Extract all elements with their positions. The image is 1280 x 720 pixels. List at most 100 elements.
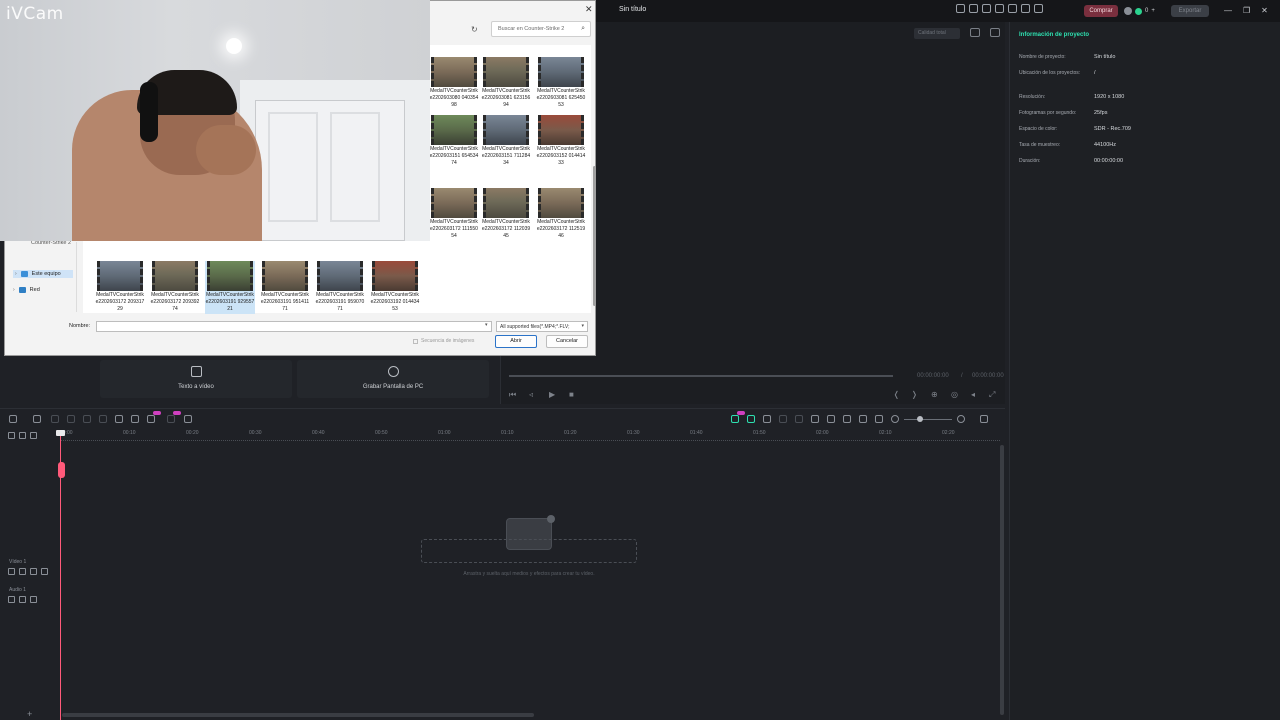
zoom-out-icon[interactable] — [891, 415, 899, 423]
preview-scrubber[interactable] — [509, 375, 893, 377]
play-icon[interactable]: ▶ — [549, 390, 555, 399]
caption-icon[interactable] — [30, 432, 37, 439]
nav-item-this-pc[interactable]: › Este equipo — [13, 270, 73, 278]
refresh-icon[interactable]: ↻ — [471, 25, 478, 34]
nav-item-network[interactable]: › Red — [13, 287, 40, 293]
mic-icon[interactable] — [827, 415, 835, 423]
maximize-button[interactable]: ❐ — [1243, 6, 1250, 15]
crop-icon[interactable] — [131, 415, 139, 423]
minimize-button[interactable]: — — [1224, 6, 1232, 15]
headset-icon[interactable] — [1021, 4, 1030, 13]
dialog-close-button[interactable]: ✕ — [585, 4, 593, 15]
redo-icon[interactable] — [67, 415, 75, 423]
playhead-marker[interactable] — [58, 462, 65, 478]
split-icon[interactable] — [167, 415, 175, 423]
grid-icon[interactable] — [1034, 4, 1043, 13]
add-track-button[interactable]: + — [27, 709, 32, 719]
link-icon[interactable] — [19, 432, 26, 439]
file-item[interactable]: MedalTVCounterStrike2202603081 62315694 — [481, 57, 531, 110]
speaker-icon[interactable] — [19, 568, 26, 575]
mark-in-icon[interactable]: ❬ — [893, 390, 900, 399]
magnet-icon[interactable] — [747, 415, 755, 423]
camera-icon[interactable]: ◎ — [951, 390, 958, 399]
stretch-icon[interactable] — [779, 415, 787, 423]
send-icon[interactable] — [969, 4, 978, 13]
image-sequence-option[interactable]: Secuencia de imágenes — [413, 338, 474, 344]
snapshot-icon[interactable] — [990, 28, 1000, 37]
media-drop-zone[interactable] — [421, 539, 637, 563]
cancel-button[interactable]: Cancelar — [546, 335, 588, 348]
timeline-vertical-scrollbar[interactable] — [1000, 445, 1004, 715]
file-item[interactable]: MedalTVCounterStrike2202603172 11251946 — [536, 188, 586, 241]
file-item[interactable]: MedalTVCounterStrike2202603152 01441433 — [536, 115, 586, 168]
fullscreen-icon[interactable]: ⤢ — [989, 390, 995, 400]
pip-icon[interactable] — [859, 415, 867, 423]
step-back-icon[interactable]: ◃ — [529, 390, 533, 399]
layout-grid-icon[interactable] — [9, 415, 17, 423]
magic-icon[interactable] — [995, 4, 1004, 13]
file-name-input[interactable] — [96, 321, 492, 332]
add-track-icon[interactable] — [8, 432, 15, 439]
store-icon[interactable] — [956, 4, 965, 13]
file-list-scrollbar[interactable] — [593, 166, 596, 306]
file-type-select[interactable]: All supported files(*.MP4;*.FLV; ▾ — [496, 321, 588, 332]
text-to-video-button[interactable]: Texto a vídeo — [100, 360, 292, 398]
dialog-search-input[interactable]: Buscar en Counter-Strike 2 ⌕ — [491, 21, 591, 37]
zoom-in-icon[interactable] — [957, 415, 965, 423]
file-item[interactable]: MedalTVCounterStrike2202603151 65453474 — [429, 115, 479, 168]
undo-icon[interactable] — [51, 415, 59, 423]
lock-icon[interactable] — [30, 596, 37, 603]
file-item[interactable]: MedalTVCounterStrike2202603172 20931729 — [95, 261, 145, 314]
ai-tool-icon[interactable] — [184, 415, 192, 423]
file-item[interactable]: MedalTVCounterStrike2202603192 01443453 — [370, 261, 420, 314]
eye-icon[interactable] — [41, 568, 48, 575]
more-options-icon[interactable] — [980, 415, 988, 423]
account-pill[interactable]: 0 + — [1124, 5, 1160, 17]
close-button[interactable]: ✕ — [1261, 6, 1268, 15]
playhead-handle[interactable] — [56, 430, 65, 436]
buy-button[interactable]: Comprar — [1084, 5, 1118, 17]
cut-icon[interactable] — [99, 415, 107, 423]
marker-icon[interactable] — [763, 415, 771, 423]
prev-frame-icon[interactable]: ⏮ — [509, 390, 516, 400]
keyframe-icon[interactable] — [795, 415, 803, 423]
subtitle-icon[interactable] — [875, 415, 883, 423]
chevron-down-icon[interactable]: ▾ — [485, 322, 488, 328]
zoom-icon[interactable]: ⊕ — [931, 390, 938, 399]
select-tool-icon[interactable] — [33, 415, 41, 423]
file-item[interactable]: MedalTVCounterStrike2202603191 95141171 — [260, 261, 310, 314]
quality-select[interactable]: Calidad total — [914, 28, 960, 39]
file-item[interactable]: MedalTVCounterStrike2202603172 11203945 — [481, 188, 531, 241]
image-sequence-checkbox[interactable] — [413, 338, 418, 344]
gift-icon[interactable] — [982, 4, 991, 13]
file-item[interactable]: MedalTVCounterStrike2202603151 71128434 — [481, 115, 531, 168]
text-icon[interactable] — [115, 415, 123, 423]
file-item[interactable]: MedalTVCounterStrike2202603172 20939274 — [150, 261, 200, 314]
file-item-selected[interactable]: MedalTVCounterStrike2202603191 92955721 — [205, 261, 255, 314]
file-item[interactable]: MedalTVCounterStrike2202603172 11155054 — [429, 188, 479, 241]
timeline-ruler[interactable]: 00:00 00:10 00:20 00:30 00:40 00:50 01:0… — [60, 428, 1005, 442]
layout-icon[interactable] — [970, 28, 980, 37]
timeline-horizontal-scrollbar[interactable] — [62, 713, 534, 717]
file-item[interactable]: MedalTVCounterStrike2202603191 95907071 — [315, 261, 365, 314]
render-icon[interactable] — [731, 415, 739, 423]
zoom-slider[interactable] — [904, 419, 952, 420]
delete-icon[interactable] — [83, 415, 91, 423]
export-button[interactable]: Exportar — [1171, 5, 1209, 17]
zoom-slider-knob[interactable] — [917, 416, 923, 422]
lock-icon[interactable] — [30, 568, 37, 575]
cloud-icon[interactable] — [1008, 4, 1017, 13]
mark-out-icon[interactable]: ❭ — [911, 390, 918, 399]
volume-icon[interactable]: ◂ — [971, 390, 975, 399]
screen-record-button[interactable]: Grabar Pantalla de PC — [297, 360, 489, 398]
file-item[interactable]: MedalTVCounterStrike2202603081 62545053 — [536, 57, 586, 110]
speaker-icon[interactable] — [19, 596, 26, 603]
folder-icon[interactable] — [8, 568, 15, 575]
open-button[interactable]: Abrir — [495, 335, 537, 348]
color-icon[interactable] — [147, 415, 155, 423]
mixer-icon[interactable] — [843, 415, 851, 423]
stop-icon[interactable]: ■ — [569, 390, 574, 399]
file-item[interactable]: MedalTVCounterStrike2202603080 04035498 — [429, 57, 479, 110]
folder-icon[interactable] — [8, 596, 15, 603]
shield-icon[interactable] — [811, 415, 819, 423]
